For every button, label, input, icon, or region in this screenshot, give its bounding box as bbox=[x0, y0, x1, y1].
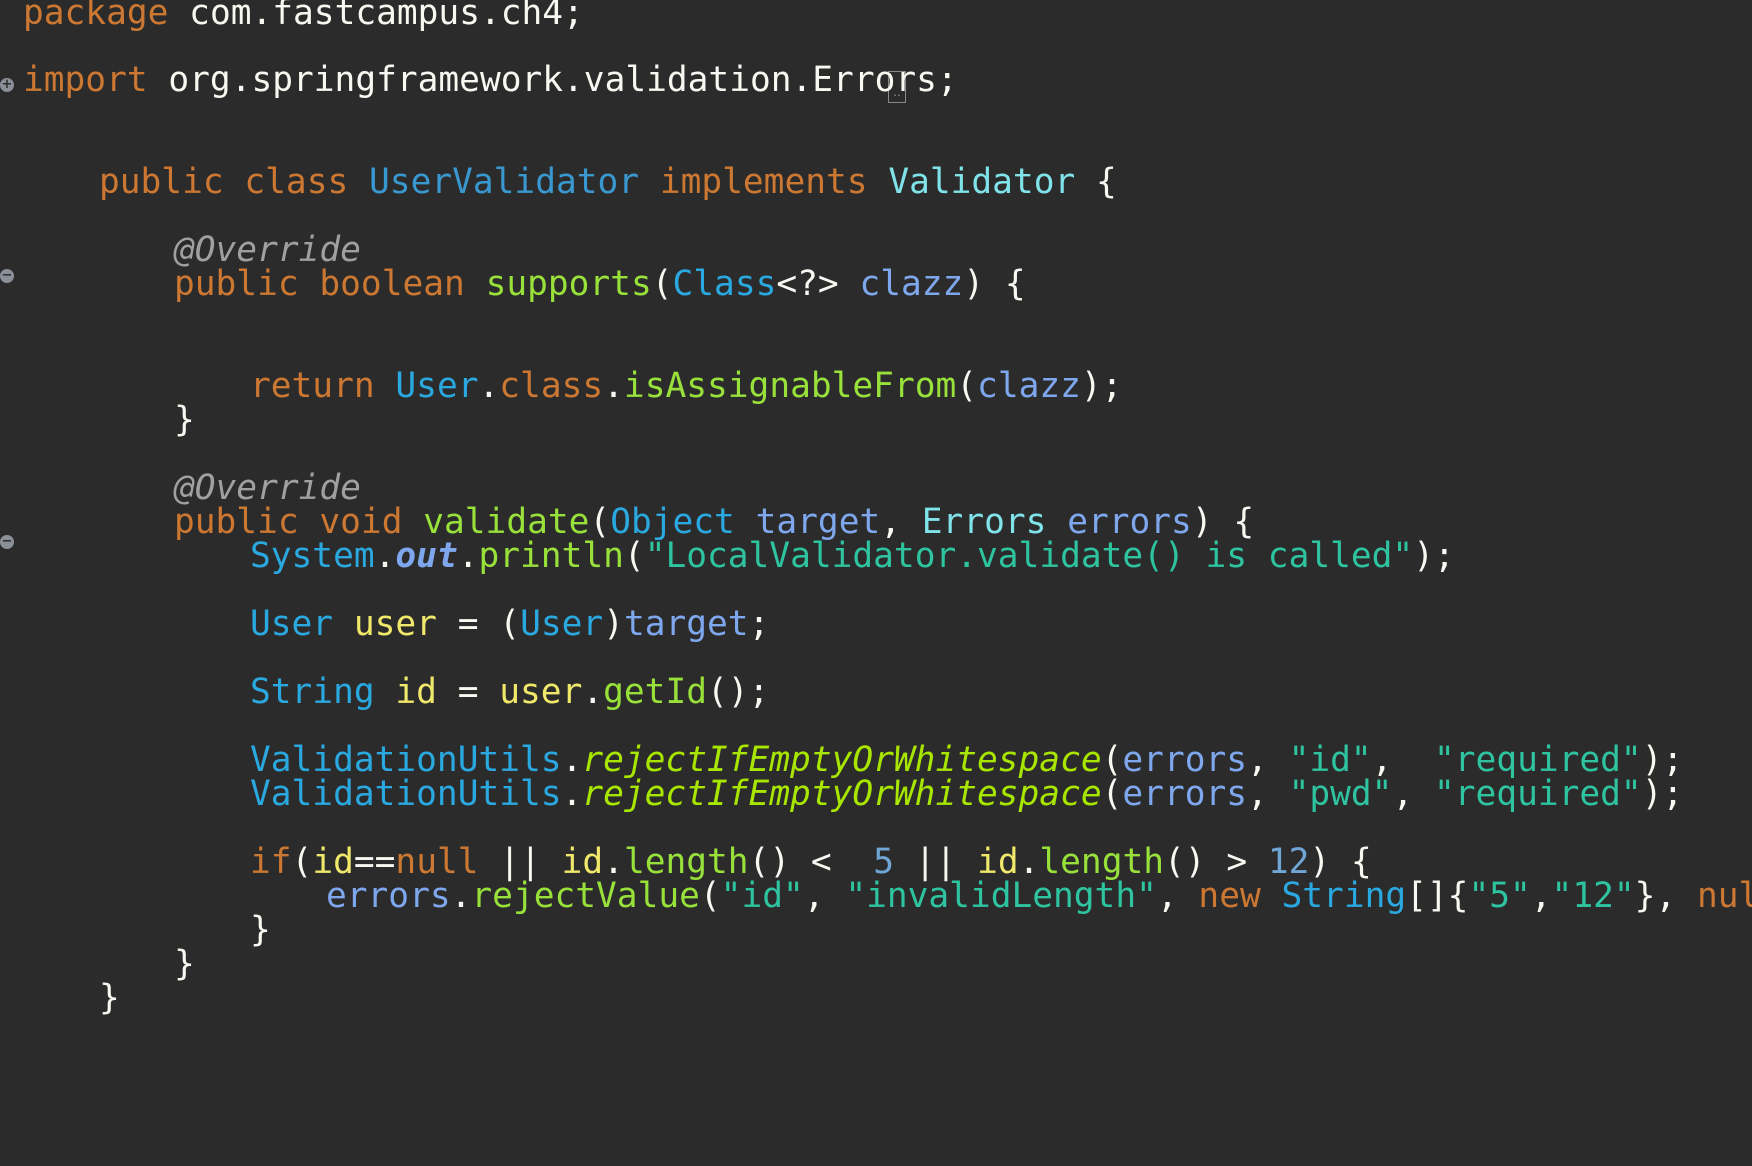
code-text-token: . bbox=[603, 366, 624, 406]
parameter-token: target bbox=[623, 604, 749, 644]
code-text-token: ; bbox=[748, 604, 770, 644]
code-text-token: com.fastcampus.ch4; bbox=[168, 0, 584, 33]
code-text-token: } bbox=[99, 978, 120, 1018]
keyword-token: null bbox=[1696, 876, 1752, 916]
string-literal-token: "required" bbox=[1433, 774, 1642, 814]
code-text-token: []{ bbox=[1406, 876, 1469, 916]
local-variable-token: user bbox=[499, 672, 583, 712]
keyword-token: public class bbox=[99, 162, 370, 202]
code-text-token: <?> bbox=[776, 264, 860, 304]
class-name-token: UserValidator bbox=[369, 162, 640, 202]
code-text-token: , bbox=[803, 876, 846, 916]
code-text-token: = bbox=[436, 672, 500, 712]
code-text-token: . bbox=[450, 876, 472, 916]
method-token: supports bbox=[485, 264, 652, 304]
string-literal-token: "LocalValidator.validate() is called" bbox=[644, 536, 1414, 576]
keyword-token: class bbox=[499, 366, 604, 406]
type-token: User bbox=[395, 366, 479, 406]
code-line-reject-pwd[interactable]: ValidationUtils.rejectIfEmptyOrWhitespac… bbox=[250, 774, 1683, 814]
code-text-token: ); bbox=[1641, 774, 1684, 814]
code-line-get-id[interactable]: String id = user.getId(); bbox=[250, 672, 769, 712]
method-token: println bbox=[478, 536, 624, 576]
code-text-token: ( bbox=[956, 366, 978, 406]
type-token: Class bbox=[672, 264, 777, 304]
collapse-fold-icon[interactable]: − bbox=[0, 535, 14, 549]
keyword-token: public boolean bbox=[174, 264, 486, 304]
field-token: out bbox=[395, 536, 458, 576]
code-line-close-brace[interactable]: } bbox=[174, 400, 195, 440]
type-token: ValidationUtils bbox=[250, 774, 562, 814]
code-text-token: }, bbox=[1634, 876, 1697, 916]
code-line-reject-value[interactable]: errors.rejectValue("id", "invalidLength"… bbox=[326, 876, 1752, 916]
string-literal-token: "5" bbox=[1468, 876, 1531, 916]
keyword-token: import bbox=[23, 60, 148, 100]
type-token: String bbox=[1281, 876, 1407, 916]
code-text-token: } bbox=[174, 944, 195, 984]
code-line-import[interactable]: import org.springframework.validation.Er… bbox=[23, 60, 958, 100]
code-line-close-brace[interactable]: } bbox=[174, 944, 195, 984]
code-text-token: ( bbox=[651, 264, 673, 304]
keyword-token: return bbox=[250, 366, 396, 406]
string-literal-token: "pwd" bbox=[1288, 774, 1393, 814]
collapse-fold-icon[interactable]: − bbox=[0, 269, 14, 283]
parameter-token: clazz bbox=[977, 366, 1081, 406]
code-text-token: ) bbox=[603, 604, 624, 644]
code-line-return[interactable]: return User.class.isAssignableFrom(clazz… bbox=[250, 366, 1122, 406]
code-text-token: ( bbox=[623, 536, 645, 576]
code-text-token: , bbox=[1247, 774, 1289, 814]
keyword-token: new bbox=[1198, 876, 1282, 916]
local-variable-token: id bbox=[395, 672, 437, 712]
method-token: rejectValue bbox=[471, 876, 700, 916]
code-text-token: { bbox=[1075, 162, 1117, 202]
code-text-token: org.springframework.validation.Errors; bbox=[147, 60, 958, 100]
code-line-package[interactable]: package com.fastcampus.ch4; bbox=[23, 0, 584, 33]
string-literal-token: "id" bbox=[720, 876, 804, 916]
code-text-token: = ( bbox=[436, 604, 521, 644]
code-text-token: ( bbox=[699, 876, 721, 916]
code-text-token: , bbox=[1156, 876, 1199, 916]
code-text-token: . bbox=[478, 366, 500, 406]
code-text-token: } bbox=[250, 910, 271, 950]
string-literal-token: "invalidLength" bbox=[845, 876, 1157, 916]
type-token: String bbox=[250, 672, 375, 712]
parameter-token: clazz bbox=[859, 264, 964, 304]
code-line-close-brace[interactable]: } bbox=[99, 978, 120, 1018]
parameter-token: errors bbox=[1122, 774, 1248, 814]
keyword-token: if bbox=[250, 842, 292, 882]
code-line-user-cast[interactable]: User user = (User)target; bbox=[250, 604, 769, 644]
code-text-token: . bbox=[374, 536, 396, 576]
code-line-close-brace[interactable]: } bbox=[250, 910, 271, 950]
code-text-token: } bbox=[174, 400, 195, 440]
method-token: getId bbox=[603, 672, 707, 712]
type-token: User bbox=[520, 604, 604, 644]
keyword-token: package bbox=[23, 0, 169, 33]
code-text-token: ) { bbox=[963, 264, 1026, 304]
code-line-println[interactable]: System.out.println("LocalValidator.valid… bbox=[250, 536, 1455, 576]
local-variable-token: user bbox=[353, 604, 437, 644]
type-token: User bbox=[250, 604, 334, 644]
string-literal-token: "12" bbox=[1551, 876, 1635, 916]
expand-fold-icon[interactable]: + bbox=[0, 78, 14, 92]
code-text-token: , bbox=[1530, 876, 1552, 916]
code-text-token: ); bbox=[1080, 366, 1123, 406]
type-token: System bbox=[250, 536, 375, 576]
code-text-token: , bbox=[1392, 774, 1434, 814]
code-text-token: (); bbox=[707, 672, 770, 712]
code-text-token: ( bbox=[291, 842, 313, 882]
code-text-token: . bbox=[561, 774, 583, 814]
code-line-class-declaration[interactable]: public class UserValidator implements Va… bbox=[99, 162, 1117, 202]
code-text-token: . bbox=[582, 672, 604, 712]
code-text-token: ); bbox=[1413, 536, 1455, 576]
static-method-token: rejectIfEmptyOrWhitespace bbox=[582, 774, 1102, 814]
code-text-token: ( bbox=[1101, 774, 1123, 814]
keyword-token: implements bbox=[639, 162, 889, 202]
code-line-supports-signature[interactable]: public boolean supports(Class<?> clazz) … bbox=[174, 264, 1026, 304]
interface-token: Validator bbox=[888, 162, 1076, 202]
code-editor[interactable]: + .. − − package com.fastcampus.ch4; imp… bbox=[0, 0, 1752, 1166]
parameter-token: errors bbox=[326, 876, 451, 916]
method-token: isAssignableFrom bbox=[623, 366, 957, 406]
code-text-token: . bbox=[457, 536, 479, 576]
